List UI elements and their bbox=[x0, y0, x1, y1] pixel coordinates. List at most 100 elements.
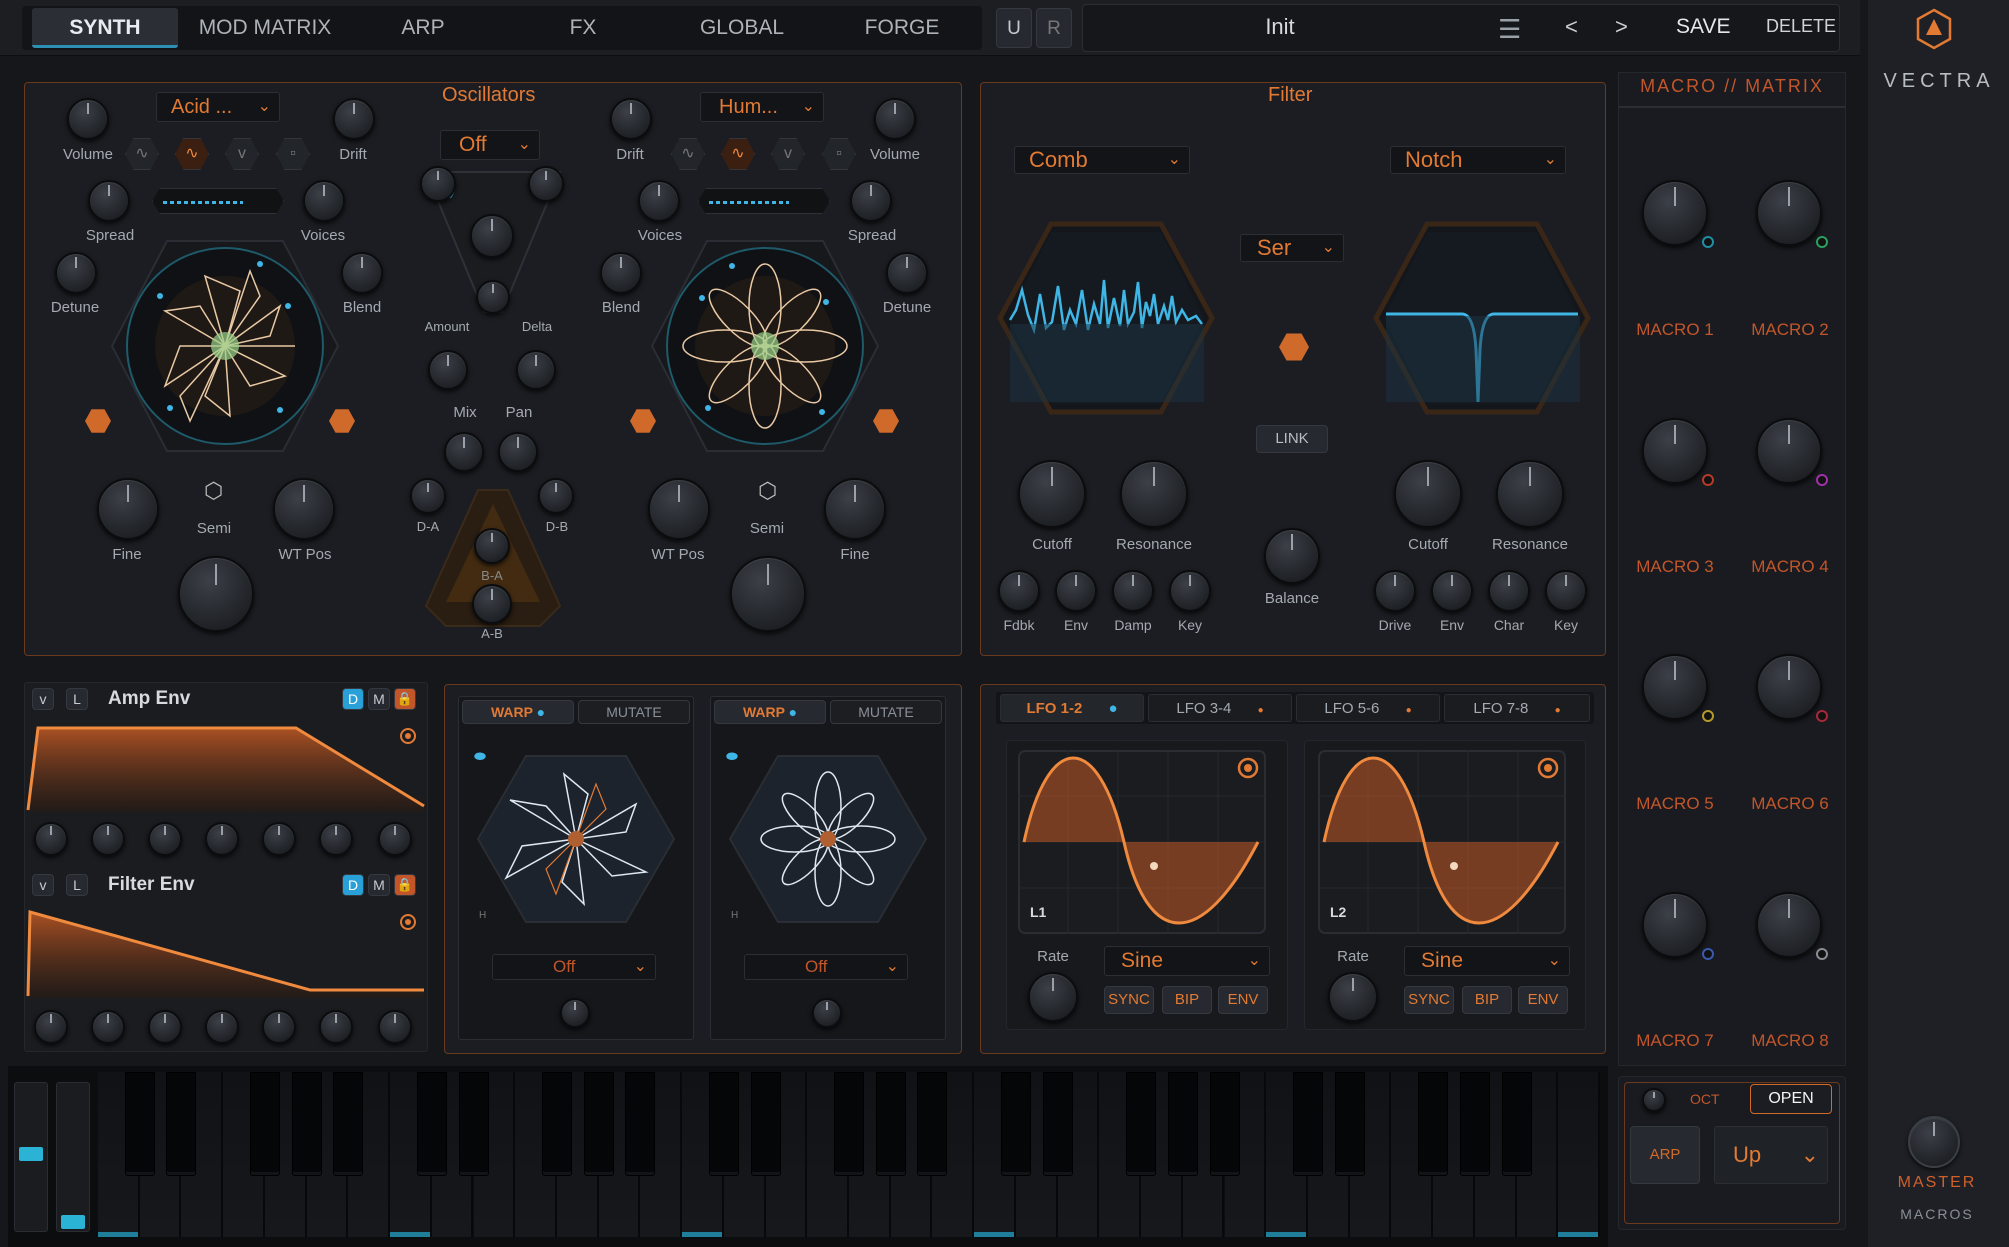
amp-env-knob-2[interactable] bbox=[91, 822, 125, 856]
osc-b-spread-knob[interactable] bbox=[850, 180, 892, 222]
macro-2-knob[interactable] bbox=[1756, 180, 1828, 248]
black-key[interactable] bbox=[1126, 1072, 1157, 1176]
filter-env-v-button[interactable]: v bbox=[32, 874, 54, 896]
warp-a-display[interactable] bbox=[476, 754, 676, 924]
mod-wheel[interactable] bbox=[56, 1082, 90, 1232]
filter-2-drive-knob[interactable] bbox=[1374, 570, 1416, 612]
osc-mix-mode-select[interactable]: Off ⌄ bbox=[440, 130, 540, 160]
filter-1-resonance-knob[interactable] bbox=[1120, 460, 1188, 528]
lfo-2-shape-select[interactable]: Sine ⌄ bbox=[1404, 946, 1570, 976]
amp-env-knob-7[interactable] bbox=[378, 822, 412, 856]
filter-1-cutoff-knob[interactable] bbox=[1018, 460, 1086, 528]
lfo-2-waveform[interactable] bbox=[1318, 750, 1566, 934]
warp-a-mutate-tab[interactable]: MUTATE bbox=[578, 700, 690, 724]
amp-env-knob-1[interactable] bbox=[34, 822, 68, 856]
prev-preset-button[interactable]: < bbox=[1565, 14, 1578, 40]
warp-b-display[interactable] bbox=[728, 754, 928, 924]
black-key[interactable] bbox=[917, 1072, 948, 1176]
black-key[interactable] bbox=[416, 1072, 447, 1176]
filter-balance-knob[interactable] bbox=[1264, 528, 1320, 584]
osc-b-semi-hex-icon[interactable]: ⬡ bbox=[758, 478, 777, 504]
lfo-1-shape-select[interactable]: Sine ⌄ bbox=[1104, 946, 1270, 976]
filter-1-damp-knob[interactable] bbox=[1112, 570, 1154, 612]
osc-b-blend-knob[interactable] bbox=[600, 252, 642, 294]
osc-a-fine-knob[interactable] bbox=[97, 478, 159, 540]
filter-env-graph[interactable] bbox=[26, 902, 426, 998]
black-key[interactable] bbox=[124, 1072, 155, 1176]
filter-env-knob-3[interactable] bbox=[148, 1010, 182, 1044]
osc-a-spread-knob[interactable] bbox=[88, 180, 130, 222]
osc-a-blend-knob[interactable] bbox=[341, 252, 383, 294]
black-key[interactable] bbox=[583, 1072, 614, 1176]
amp-env-v-button[interactable]: v bbox=[32, 688, 54, 710]
black-key[interactable] bbox=[708, 1072, 739, 1176]
osc-b-wavetable-select[interactable]: Hum... ⌄ bbox=[700, 92, 824, 122]
filter-2-resonance-knob[interactable] bbox=[1496, 460, 1564, 528]
da-knob[interactable] bbox=[410, 478, 446, 514]
macro-6-knob[interactable] bbox=[1756, 654, 1828, 722]
arp-mode-select[interactable]: Up ⌄ bbox=[1714, 1126, 1828, 1184]
lfo-1-waveform[interactable] bbox=[1018, 750, 1266, 934]
lfo-1-env-button[interactable]: ENV bbox=[1218, 986, 1268, 1014]
filter-env-knob-4[interactable] bbox=[205, 1010, 239, 1044]
osc-a-semi-hex-icon[interactable]: ⬡ bbox=[204, 478, 223, 504]
filter-1-type-select[interactable]: Comb ⌄ bbox=[1014, 146, 1190, 174]
arp-open-button[interactable]: OPEN bbox=[1750, 1084, 1832, 1114]
macro-4-knob-cap[interactable] bbox=[1756, 418, 1822, 484]
black-key[interactable] bbox=[625, 1072, 656, 1176]
osc-a-voices-knob[interactable] bbox=[303, 180, 345, 222]
osc-b-unison-meter[interactable] bbox=[698, 188, 830, 214]
osc-b-semi-knob[interactable] bbox=[730, 556, 806, 632]
black-key[interactable] bbox=[750, 1072, 781, 1176]
black-key[interactable] bbox=[1167, 1072, 1198, 1176]
lfo-tab-1-2[interactable]: LFO 1-2 ● bbox=[1000, 694, 1144, 722]
osc-b-drift-knob[interactable] bbox=[610, 98, 652, 140]
arp-toggle-button[interactable]: ARP bbox=[1630, 1126, 1700, 1184]
filter-env-m-button[interactable]: M bbox=[368, 874, 390, 896]
amp-env-graph[interactable] bbox=[26, 716, 426, 812]
filter-2-char-knob[interactable] bbox=[1488, 570, 1530, 612]
black-key[interactable] bbox=[458, 1072, 489, 1176]
osc-a-unison-meter[interactable] bbox=[152, 188, 284, 214]
tab-fx[interactable]: FX bbox=[528, 0, 638, 56]
black-key[interactable] bbox=[875, 1072, 906, 1176]
amp-env-knob-4[interactable] bbox=[205, 822, 239, 856]
filter-2-cutoff-knob[interactable] bbox=[1394, 460, 1462, 528]
master-knob[interactable] bbox=[1908, 1116, 1960, 1168]
tab-mod-matrix[interactable]: MOD MATRIX bbox=[186, 0, 344, 56]
next-preset-button[interactable]: > bbox=[1615, 14, 1628, 40]
amp-env-lock-icon[interactable]: 🔒 bbox=[394, 688, 416, 710]
filter-1-env-knob[interactable] bbox=[1055, 570, 1097, 612]
macro-1-knob[interactable] bbox=[1642, 180, 1714, 248]
tab-arp[interactable]: ARP bbox=[368, 0, 478, 56]
filter-env-d-button[interactable]: D bbox=[342, 874, 364, 896]
tab-forge[interactable]: FORGE bbox=[840, 0, 964, 56]
filter-1-fdbk-knob[interactable] bbox=[998, 570, 1040, 612]
black-key[interactable] bbox=[1459, 1072, 1490, 1176]
warp-a-amount-knob[interactable] bbox=[560, 998, 590, 1028]
hamburger-menu-icon[interactable]: ☰ bbox=[1498, 14, 1521, 45]
osc-b-wavetable-display[interactable] bbox=[650, 236, 880, 456]
black-key[interactable] bbox=[1000, 1072, 1031, 1176]
filter-env-knob-5[interactable] bbox=[262, 1010, 296, 1044]
warp-a-warp-tab[interactable]: WARP ● bbox=[462, 700, 574, 724]
macro-4-knob[interactable] bbox=[1756, 418, 1828, 486]
black-key[interactable] bbox=[834, 1072, 864, 1176]
pan-lower-right-knob[interactable] bbox=[498, 432, 538, 472]
osc-a-drift-knob[interactable] bbox=[333, 98, 375, 140]
macro-3-knob-cap[interactable] bbox=[1642, 418, 1708, 484]
osc-mix-a-knob[interactable] bbox=[420, 166, 456, 202]
black-key[interactable] bbox=[249, 1072, 280, 1176]
osc-a-detune-knob[interactable] bbox=[55, 252, 97, 294]
save-button[interactable]: SAVE bbox=[1676, 15, 1730, 39]
lfo-1-sync-button[interactable]: SYNC bbox=[1104, 986, 1154, 1014]
pitch-wheel[interactable] bbox=[14, 1082, 48, 1232]
pan-knob[interactable] bbox=[516, 350, 556, 390]
macro-7-knob[interactable] bbox=[1642, 892, 1714, 960]
r-button[interactable]: R bbox=[1036, 8, 1072, 48]
macro-7-knob-cap[interactable] bbox=[1642, 892, 1708, 958]
filter-link-button[interactable]: LINK bbox=[1256, 425, 1328, 453]
black-key[interactable] bbox=[541, 1072, 572, 1176]
osc-mix-center-knob[interactable] bbox=[470, 214, 514, 258]
black-key[interactable] bbox=[1209, 1072, 1240, 1176]
